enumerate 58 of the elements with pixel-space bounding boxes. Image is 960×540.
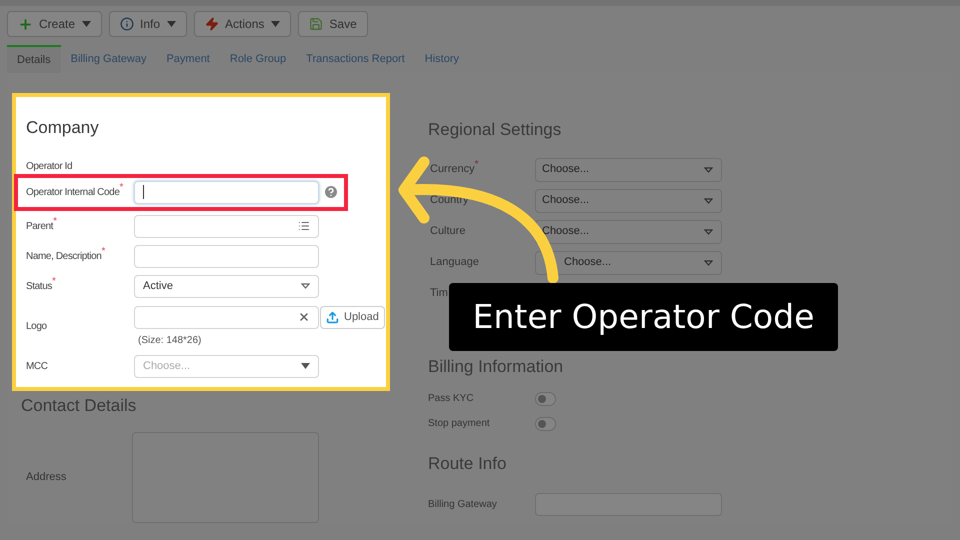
section-heading: Company bbox=[26, 117, 100, 139]
section-heading: Regional Settings bbox=[428, 119, 562, 141]
file-input[interactable] bbox=[134, 306, 319, 328]
caret-icon bbox=[167, 21, 176, 27]
caret-icon bbox=[271, 21, 280, 27]
callout-label: Enter Operator Code bbox=[449, 283, 838, 351]
field-label: Operator Id bbox=[26, 160, 74, 174]
plus-icon bbox=[18, 16, 33, 32]
toggle-label: Pass KYC bbox=[428, 392, 475, 406]
toggle-switch[interactable] bbox=[535, 392, 556, 406]
text-input[interactable] bbox=[134, 180, 319, 204]
field-label: Language bbox=[429, 255, 480, 270]
select-dropdown[interactable]: Choose... bbox=[535, 220, 722, 244]
caret-icon bbox=[82, 21, 92, 27]
toolbar-button[interactable]: Create bbox=[7, 11, 102, 37]
tab[interactable]: Details bbox=[7, 45, 61, 73]
tab[interactable]: Payment bbox=[156, 45, 220, 73]
field-label: Culture bbox=[429, 224, 466, 240]
toolbar-button[interactable]: Actions bbox=[194, 11, 292, 37]
caret-icon bbox=[301, 363, 310, 369]
status-dropdown[interactable]: Active bbox=[134, 274, 319, 298]
field-label: Logo bbox=[26, 320, 48, 334]
toolbar-button[interactable]: Info bbox=[109, 11, 188, 37]
size-note: (Size: 148*26) bbox=[138, 334, 202, 348]
select-dropdown[interactable]: Choose... bbox=[535, 250, 722, 274]
info-icon bbox=[120, 17, 134, 31]
help-icon[interactable] bbox=[323, 184, 339, 200]
section-heading: Contact Details bbox=[21, 395, 138, 417]
caret-icon bbox=[704, 260, 713, 266]
field-label: Country bbox=[429, 193, 470, 208]
text-input[interactable] bbox=[134, 244, 319, 268]
caret-icon bbox=[301, 283, 310, 289]
section-heading: Billing Information bbox=[428, 356, 564, 378]
tab[interactable]: Role Group bbox=[220, 45, 296, 73]
caret-icon bbox=[704, 166, 713, 172]
toolbar-button[interactable]: Save bbox=[298, 11, 368, 37]
field-label: Billing Gateway bbox=[428, 498, 498, 512]
caret-icon bbox=[704, 228, 713, 234]
upload-button[interactable]: Upload bbox=[320, 306, 385, 328]
caret-icon bbox=[704, 198, 713, 204]
mcc-dropdown[interactable]: Choose... bbox=[134, 354, 319, 378]
tab[interactable]: Billing Gateway bbox=[60, 45, 156, 73]
section-heading: Route Info bbox=[428, 453, 508, 475]
field-label: MCC bbox=[26, 360, 49, 374]
toggle-switch[interactable] bbox=[535, 416, 556, 430]
clear-icon[interactable] bbox=[298, 311, 310, 323]
toggle-label: Stop payment bbox=[428, 417, 491, 431]
lookup-input[interactable] bbox=[134, 214, 319, 238]
save-icon bbox=[309, 17, 324, 31]
upload-icon bbox=[326, 310, 339, 324]
lightning-icon bbox=[205, 17, 220, 31]
tab[interactable]: Transactions Report bbox=[296, 45, 415, 73]
select-dropdown[interactable]: Choose... bbox=[535, 188, 722, 212]
tab[interactable]: History bbox=[414, 45, 470, 73]
field-label: Address bbox=[26, 470, 68, 485]
field-label: Tim bbox=[429, 286, 449, 302]
text-cursor bbox=[143, 185, 144, 199]
select-dropdown[interactable]: Choose... bbox=[535, 158, 722, 182]
